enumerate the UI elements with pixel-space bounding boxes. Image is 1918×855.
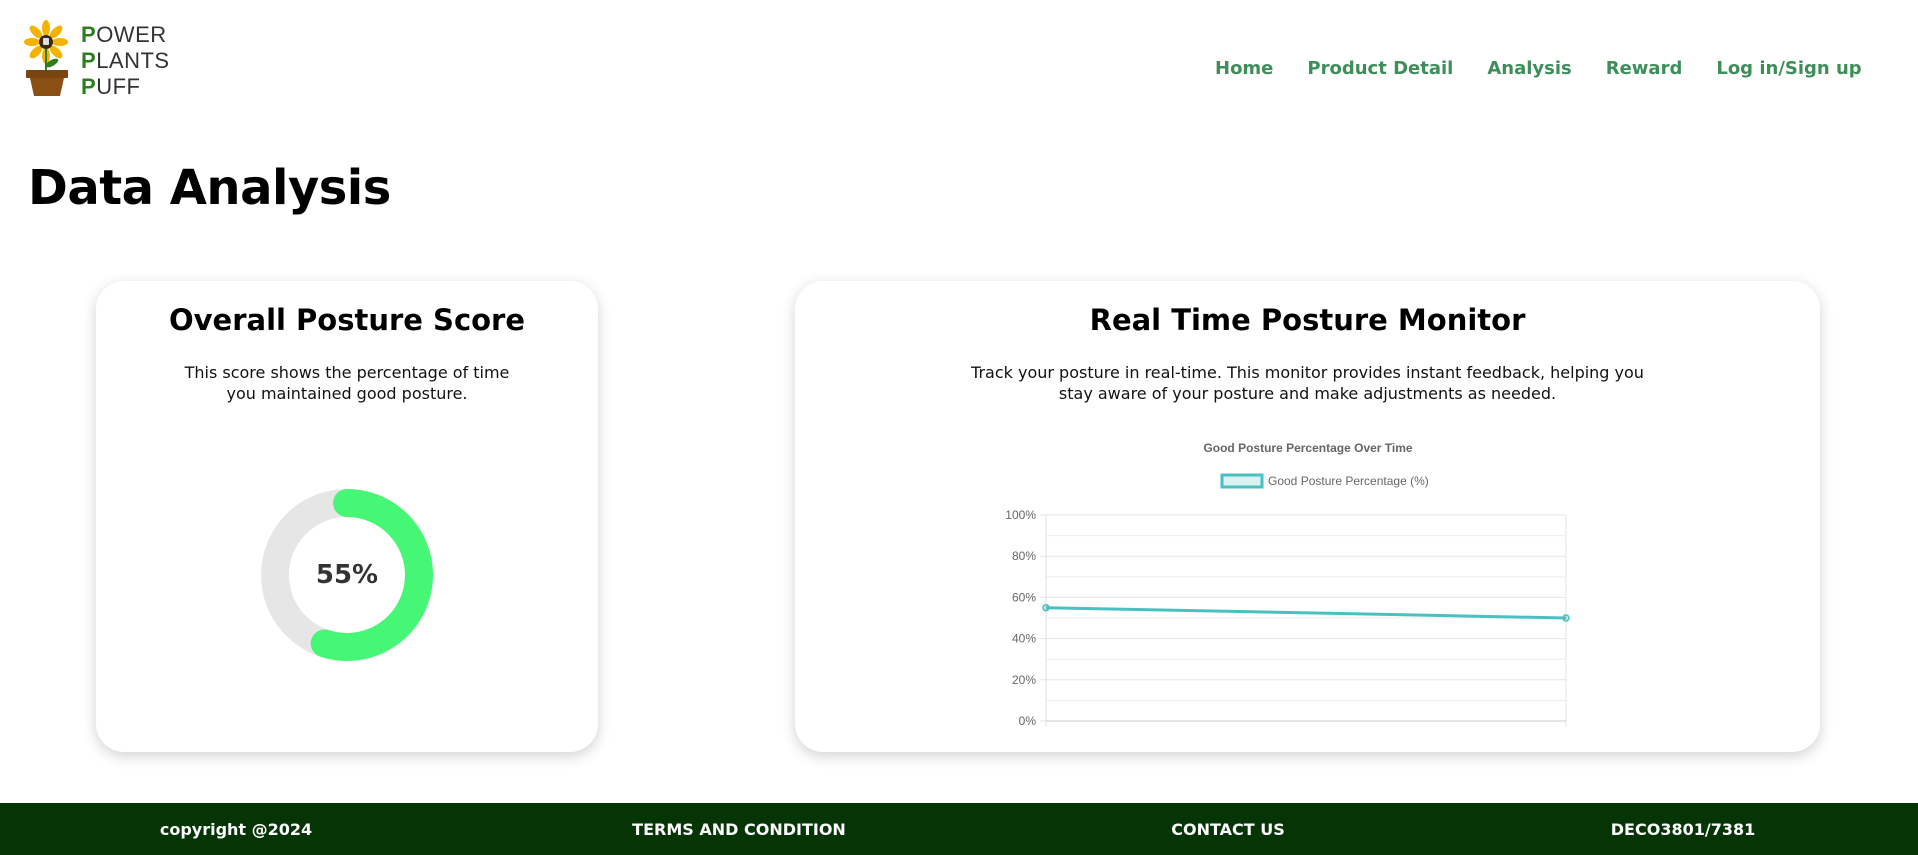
y-tick-label: 60% [1012,590,1036,604]
posture-line-chart: Good Posture Percentage Over Time Good Po… [990,431,1630,728]
nav-product-detail[interactable]: Product Detail [1307,58,1453,86]
logo-line-3: PUFF [81,74,141,99]
site-header: POWER PLANTS PUFF Home Product Detail An… [0,0,1918,125]
footer-course-code: DECO3801/7381 [1610,820,1756,839]
logo[interactable]: POWER PLANTS PUFF [24,20,184,100]
series-line [1045,606,1567,620]
footer-contact-link[interactable]: CONTACT US [1171,820,1285,839]
y-tick-label: 40% [1012,632,1036,646]
posture-score-description: This score shows the percentage of time … [184,363,510,403]
sunflower-pot-icon [24,20,68,96]
posture-score-card: Overall Posture Score This score shows t… [96,281,598,752]
logo-line-2: PLANTS [81,48,170,73]
nav-reward[interactable]: Reward [1606,58,1683,86]
posture-monitor-title: Real Time Posture Monitor [1089,303,1526,337]
nav-login-signup[interactable]: Log in/Sign up [1716,58,1861,86]
data-point [1562,614,1570,622]
footer-terms-link[interactable]: TERMS AND CONDITION [632,820,846,839]
logo-line-1: POWER [81,22,167,47]
data-point [1042,603,1050,612]
y-tick-label: 100% [1005,508,1036,522]
main-nav: Home Product Detail Analysis Reward Log … [1215,58,1862,86]
posture-score-donut: 55% [260,488,434,662]
posture-monitor-card: Real Time Posture Monitor Track your pos… [795,281,1820,752]
nav-analysis[interactable]: Analysis [1487,58,1571,86]
legend-swatch [1220,473,1264,489]
chart-title: Good Posture Percentage Over Time [1203,441,1413,455]
footer-copyright: copyright @2024 [159,820,313,839]
posture-score-value: 55% [315,560,379,590]
page-title: Data Analysis [28,160,391,216]
nav-home[interactable]: Home [1215,58,1273,86]
y-tick-label: 80% [1012,549,1036,563]
posture-score-title: Overall Posture Score [168,303,526,337]
y-tick-label: 0% [1019,714,1037,728]
site-footer: copyright @2024 TERMS AND CONDITION CONT… [0,803,1918,855]
posture-monitor-description: Track your posture in real-time. This mo… [971,363,1644,403]
logo-text: POWER PLANTS PUFF [81,22,170,100]
line-chart-svg: Good Posture Percentage Over Time Good Po… [1005,441,1570,728]
legend-label: Good Posture Percentage (%) [1268,474,1429,488]
y-tick-label: 20% [1012,673,1036,687]
